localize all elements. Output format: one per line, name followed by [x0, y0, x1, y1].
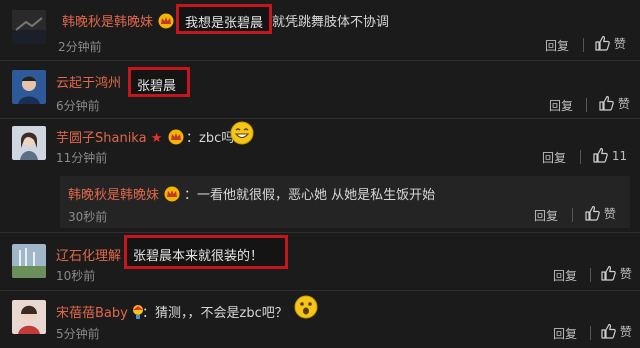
- highlight-box: 我想是张碧晨: [176, 4, 272, 34]
- reply-button[interactable]: 回复: [534, 207, 558, 224]
- comment-item: 韩晚秋是韩晚妹 我想是张碧晨 就凭跳舞肢体不协调 2分钟前 回复 赞: [0, 0, 640, 58]
- comment-item: 辽石化理解 张碧晨本来就很装的！ 10秒前 回复 赞: [0, 232, 640, 290]
- comment-username[interactable]: 韩晚秋是韩晚妹: [62, 11, 175, 30]
- reply-button[interactable]: 回复: [542, 149, 566, 166]
- thumbs-up-icon: [584, 205, 600, 221]
- like-count: 11: [611, 149, 628, 163]
- divider: [590, 326, 591, 340]
- reply-button[interactable]: 回复: [553, 267, 577, 284]
- reply-button[interactable]: 回复: [545, 37, 569, 54]
- comment-text: ：猜测，，不会是zbc吧？: [142, 306, 288, 321]
- like-button[interactable]: 赞: [594, 35, 626, 52]
- thumbs-up-icon: [600, 265, 616, 281]
- surprised-emoji-icon: [294, 295, 318, 319]
- like-button[interactable]: 赞: [600, 323, 632, 340]
- like-count: 赞: [603, 207, 616, 221]
- comment-text: 就凭跳舞肢体不协调: [272, 15, 390, 30]
- crown-badge-icon: [157, 13, 175, 29]
- avatar[interactable]: [12, 244, 46, 278]
- comment-item: 云起于鸿州 张碧晨 6分钟前 回复 赞: [0, 60, 640, 118]
- comment-item: 宋蓓蓓Baby ：猜测，，不会是zbc吧？ 5分钟前 回复 赞: [0, 290, 640, 348]
- comment-username[interactable]: 宋蓓蓓Baby: [56, 302, 144, 321]
- reply-button[interactable]: 回复: [549, 97, 573, 114]
- like-count: 赞: [613, 37, 626, 51]
- like-button[interactable]: 11: [592, 147, 627, 163]
- comment-text: ：zbc吗: [186, 131, 235, 146]
- comment-time: 30秒前: [68, 210, 108, 224]
- highlighted-text: 张碧晨本来就很装的！: [133, 249, 264, 264]
- like-button[interactable]: 赞: [598, 95, 630, 112]
- divider: [590, 268, 591, 282]
- comment-time: 5分钟前: [56, 327, 100, 341]
- like-button[interactable]: 赞: [584, 205, 616, 222]
- comment-text: ：一看他就很假，恶心她 从她是私生饭开始: [184, 188, 436, 203]
- highlight-box: 张碧晨: [128, 67, 190, 97]
- red-star-icon: ★: [150, 131, 163, 146]
- thumbs-up-icon: [594, 35, 610, 51]
- nested-reply: 韩晚秋是韩晚妹 ：一看他就很假，恶心她 从她是私生饭开始 30秒前 回复 赞: [60, 176, 630, 228]
- divider: [580, 150, 581, 164]
- comment-time: 11分钟前: [56, 151, 108, 165]
- avatar[interactable]: [12, 126, 46, 160]
- comment-time: 2分钟前: [58, 40, 102, 54]
- comment-username[interactable]: 云起于鸿州: [56, 72, 121, 91]
- comment-username[interactable]: 芋圆子Shanika ★: [56, 127, 185, 146]
- like-count: 赞: [619, 267, 632, 281]
- divider: [586, 98, 587, 112]
- like-button[interactable]: 赞: [600, 265, 632, 282]
- highlight-box: 张碧晨本来就很装的！: [124, 235, 288, 269]
- reply-button[interactable]: 回复: [553, 325, 577, 342]
- like-count: 赞: [619, 325, 632, 339]
- avatar[interactable]: [12, 70, 46, 104]
- crown-badge-icon: [167, 129, 185, 145]
- comment-username[interactable]: 韩晚秋是韩晚妹: [68, 184, 181, 203]
- avatar[interactable]: [12, 10, 46, 44]
- comment-time: 6分钟前: [56, 99, 100, 113]
- highlighted-text: 张碧晨: [137, 79, 177, 94]
- grin-emoji-icon: [230, 121, 254, 145]
- like-count: 赞: [617, 97, 630, 111]
- crown-badge-icon: [163, 186, 181, 202]
- avatar[interactable]: [12, 300, 46, 334]
- thumbs-up-icon: [592, 147, 608, 163]
- divider: [583, 38, 584, 52]
- comment-time: 10秒前: [56, 269, 96, 283]
- divider: [572, 208, 573, 222]
- thumbs-up-icon: [600, 323, 616, 339]
- comment-username[interactable]: 辽石化理解: [56, 245, 121, 264]
- thumbs-up-icon: [598, 95, 614, 111]
- highlighted-text: 我想是张碧晨: [185, 16, 264, 31]
